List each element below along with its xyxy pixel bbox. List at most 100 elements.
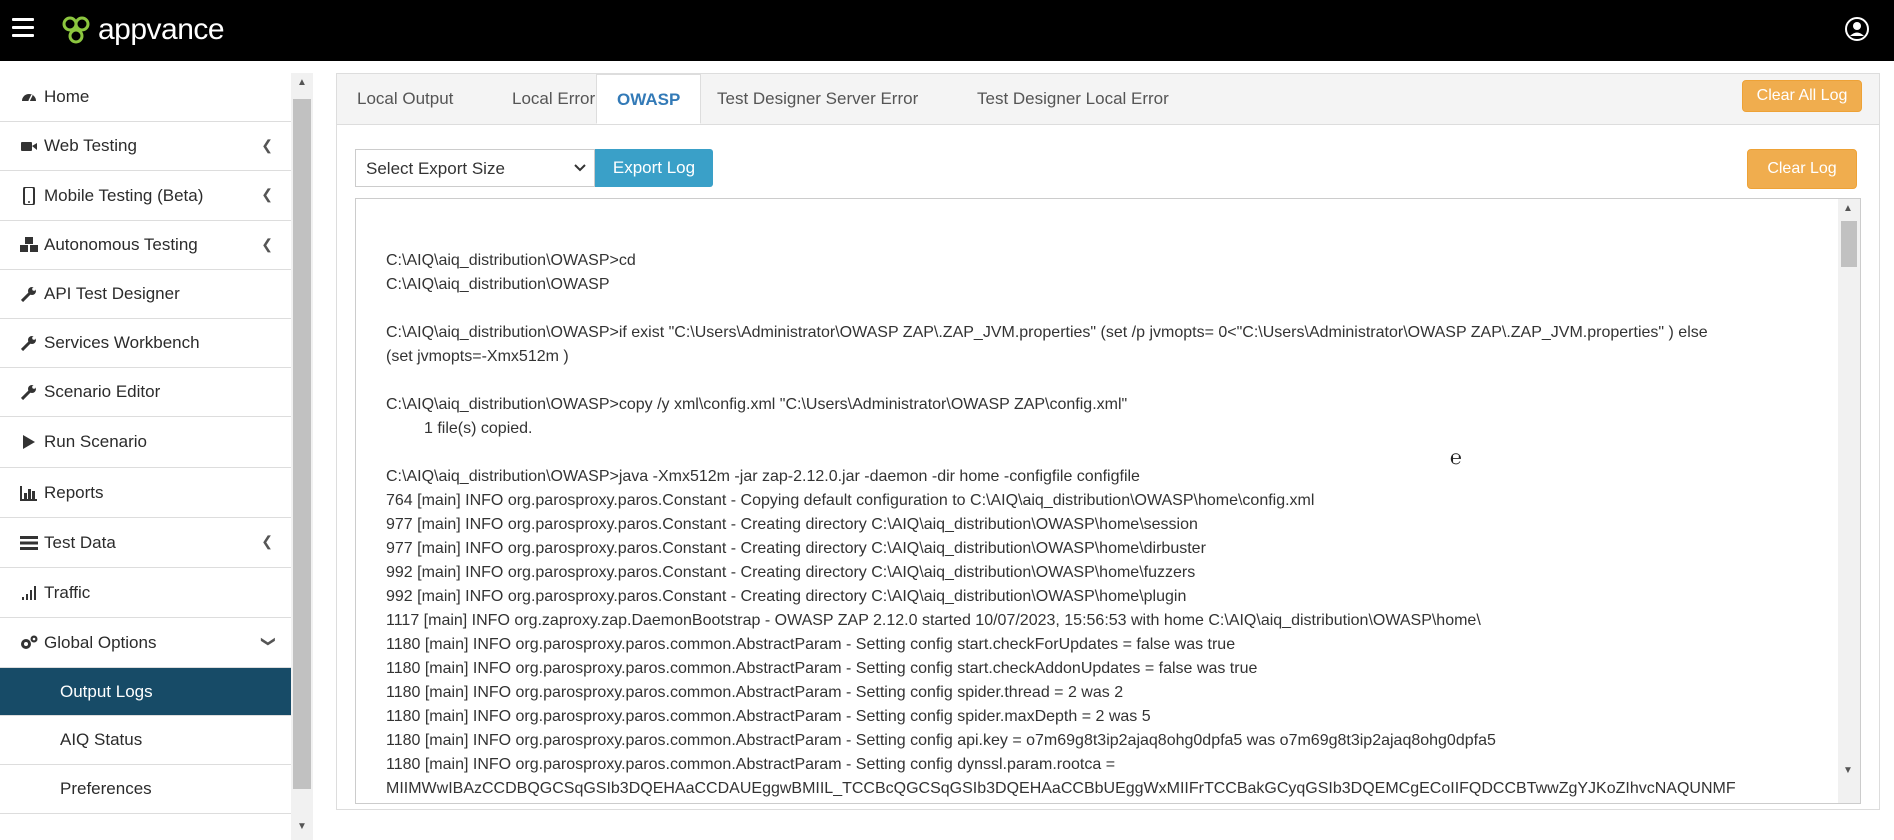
sidebar-item-run-scenario[interactable]: Run Scenario (0, 417, 291, 468)
wrench-icon (20, 383, 38, 401)
chevron-left-icon: ❮ (261, 186, 273, 202)
log-line: 977 [main] INFO org.parosproxy.paros.Con… (386, 540, 1206, 557)
sidebar-item-label: Services Workbench (44, 333, 200, 352)
chevron-down-icon: ❮ (258, 635, 275, 648)
scroll-down-icon[interactable]: ▼ (1843, 765, 1853, 776)
play-icon (20, 433, 38, 451)
log-line: 1180 [main] INFO org.parosproxy.paros.co… (386, 684, 1124, 701)
tab-owasp[interactable]: OWASP (596, 74, 702, 124)
sidebar-scrollbar[interactable]: ▲ ▼ (291, 73, 313, 840)
chevron-left-icon: ❮ (261, 236, 273, 252)
scroll-down-icon[interactable]: ▼ (297, 821, 307, 832)
sidebar-item-aiq-status[interactable]: AIQ Status (0, 716, 291, 765)
log-line: 992 [main] INFO org.parosproxy.paros.Con… (386, 564, 1196, 581)
log-text: C:\AIQ\aiq_distribution\OWASP>cd C:\AIQ\… (386, 249, 1806, 801)
sidebar-item-label: Autonomous Testing (44, 235, 198, 254)
sidebar-item-mobile-testing[interactable]: Mobile Testing (Beta) ❮ (0, 171, 291, 221)
tab-test-designer-server-error[interactable]: Test Designer Server Error (697, 74, 938, 124)
sidebar-item-label: Reports (44, 482, 104, 502)
wrench-icon (20, 334, 38, 352)
scroll-up-icon[interactable]: ▲ (297, 77, 307, 88)
video-camera-icon (20, 137, 38, 155)
sidebar-scrollbar-thumb[interactable] (293, 99, 311, 789)
sidebar-item-label: Home (44, 87, 90, 106)
log-scrollbar[interactable]: ▲ ▼ (1838, 199, 1860, 803)
log-line: C:\AIQ\aiq_distribution\OWASP>cd (386, 252, 636, 269)
log-line: 1180 [main] INFO org.parosproxy.paros.co… (386, 708, 1151, 725)
sidebar-item-label: Run Scenario (44, 432, 148, 451)
sidebar-item-services-workbench[interactable]: Services Workbench (0, 319, 291, 368)
sidebar-item-label: Global Options (44, 632, 157, 652)
sidebar-item-reports[interactable]: Reports (0, 468, 291, 518)
sidebar-item-label: Test Data (44, 532, 116, 552)
sidebar-item-web-testing[interactable]: Web Testing ❮ (0, 122, 291, 171)
log-line: (set jvmopts=-Xmx512m ) (386, 348, 569, 365)
sidebar-item-scenario-editor[interactable]: Scenario Editor (0, 368, 291, 417)
wrench-icon (20, 285, 38, 303)
sidebar-item-api-test-designer[interactable]: API Test Designer (0, 270, 291, 319)
tab-local-output[interactable]: Local Output (337, 74, 473, 124)
top-navbar: appvance (0, 0, 1894, 61)
export-size-select[interactable]: Select Export Size (355, 149, 595, 187)
tasks-icon (20, 534, 38, 552)
log-line: MIIMWwIBAzCCDBQGCSqGSIb3DQEHAaCCDAUEggwB… (386, 780, 1736, 797)
sidebar-item-autonomous-testing[interactable]: Autonomous Testing ❮ (0, 221, 291, 270)
clear-log-button[interactable]: Clear Log (1747, 149, 1857, 189)
appvance-logo-icon (62, 16, 90, 44)
log-line: C:\AIQ\aiq_distribution\OWASP>copy /y xm… (386, 396, 1128, 413)
logo-text: appvance (98, 13, 225, 46)
log-tabs: Local Output Local Error OWASP Test Desi… (337, 74, 1879, 125)
log-scrollbar-thumb[interactable] (1841, 221, 1857, 267)
sidebar-item-test-data[interactable]: Test Data ❮ (0, 518, 291, 568)
sidebar-item-traffic[interactable]: Traffic (0, 568, 291, 618)
sidebar-item-label: Preferences (60, 779, 152, 798)
clear-all-log-button[interactable]: Clear All Log (1742, 80, 1862, 112)
hamburger-icon[interactable] (12, 18, 34, 40)
app-logo[interactable]: appvance (60, 12, 225, 48)
log-line: 1180 [main] INFO org.parosproxy.paros.co… (386, 660, 1258, 677)
log-line: 1117 [main] INFO org.zaproxy.zap.DaemonB… (386, 612, 1481, 629)
sidebar-item-label: Web Testing (44, 136, 137, 155)
mobile-icon (20, 186, 38, 205)
sidebar-item-label: Output Logs (60, 681, 153, 701)
sidebar-item-label: API Test Designer (44, 284, 180, 303)
sidebar-item-label: Scenario Editor (44, 382, 161, 401)
bar-chart-icon (20, 484, 38, 502)
export-size-select-value: Select Export Size (366, 159, 505, 178)
sidebar-item-preferences[interactable]: Preferences (0, 765, 291, 814)
log-line: 1 file(s) copied. (424, 420, 533, 437)
log-line: 764 [main] INFO org.parosproxy.paros.Con… (386, 492, 1315, 509)
tab-test-designer-local-error[interactable]: Test Designer Local Error (957, 74, 1189, 124)
sidebar: Home Web Testing ❮ Mobile Testing (Beta)… (0, 73, 291, 840)
sidebar-item-output-logs[interactable]: Output Logs (0, 668, 291, 716)
sidebar-item-global-options[interactable]: Global Options ❮ (0, 618, 291, 668)
scroll-up-icon[interactable]: ▲ (1843, 203, 1853, 214)
chevron-down-icon (574, 164, 586, 172)
log-line: 992 [main] INFO org.parosproxy.paros.Con… (386, 588, 1187, 605)
log-line: C:\AIQ\aiq_distribution\OWASP (386, 276, 610, 293)
cogs-icon (20, 634, 38, 652)
export-log-button[interactable]: Export Log (595, 149, 713, 187)
log-line: 977 [main] INFO org.parosproxy.paros.Con… (386, 516, 1198, 533)
chevron-left-icon: ❮ (261, 533, 273, 549)
log-output-area[interactable]: C:\AIQ\aiq_distribution\OWASP>cd C:\AIQ\… (355, 198, 1861, 804)
log-line: 1180 [main] INFO org.parosproxy.paros.co… (386, 756, 1116, 773)
text-cursor-icon: ℮ (1450, 445, 1463, 469)
sidebar-item-label: AIQ Status (60, 730, 143, 749)
log-line: 1180 [main] INFO org.parosproxy.paros.co… (386, 732, 1496, 749)
signal-icon (20, 584, 38, 602)
sidebar-item-label: Mobile Testing (Beta) (44, 185, 204, 205)
log-line: C:\AIQ\aiq_distribution\OWASP>java -Xmx5… (386, 468, 1140, 485)
chevron-left-icon: ❮ (261, 137, 273, 153)
user-icon[interactable] (1844, 16, 1870, 42)
sidebar-item-label: Traffic (44, 582, 91, 602)
dashboard-icon (20, 88, 38, 106)
cubes-icon (20, 236, 38, 254)
log-line: C:\AIQ\aiq_distribution\OWASP>if exist "… (386, 324, 1708, 341)
log-panel: Local Output Local Error OWASP Test Desi… (336, 73, 1880, 810)
log-line: 1180 [main] INFO org.parosproxy.paros.co… (386, 636, 1236, 653)
sidebar-item-home[interactable]: Home (0, 73, 291, 122)
